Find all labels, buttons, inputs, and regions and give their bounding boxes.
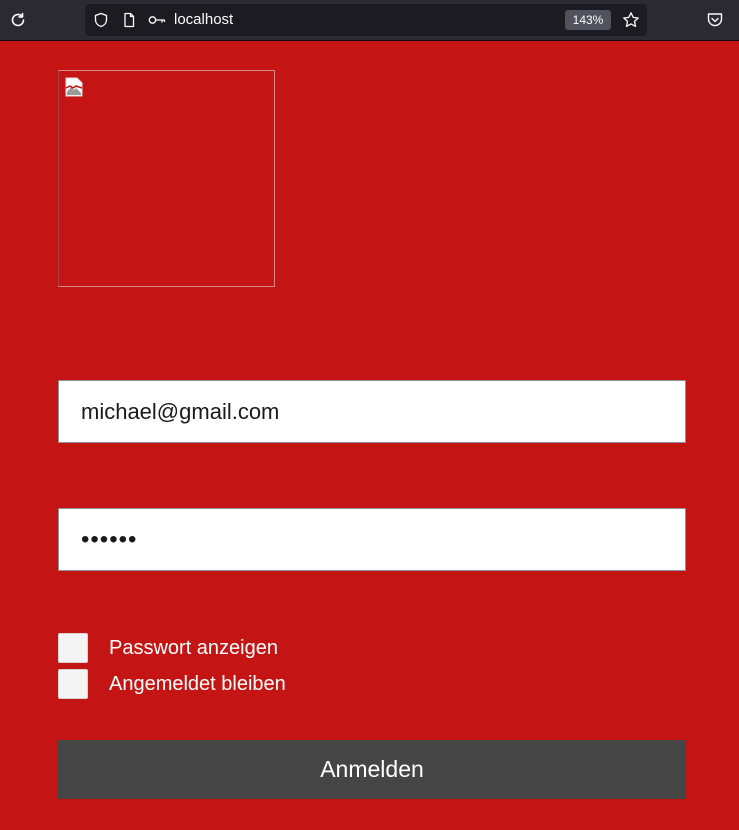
- url-bar[interactable]: localhost 143%: [85, 4, 647, 36]
- stay-logged-in-row[interactable]: Angemeldet bleiben: [58, 669, 286, 699]
- email-field[interactable]: [58, 380, 686, 443]
- stay-logged-in-label[interactable]: Angemeldet bleiben: [109, 673, 286, 696]
- zoom-level-badge[interactable]: 143%: [565, 10, 611, 30]
- broken-image-icon: [65, 77, 83, 97]
- logo-image: [58, 70, 275, 287]
- password-field[interactable]: [58, 508, 686, 571]
- show-password-label[interactable]: Passwort anzeigen: [109, 637, 278, 660]
- page-icon: [124, 12, 135, 28]
- login-button[interactable]: Anmelden: [58, 740, 686, 799]
- star-icon[interactable]: [622, 11, 640, 29]
- stay-logged-in-checkbox[interactable]: [58, 669, 88, 699]
- pocket-icon[interactable]: [706, 11, 724, 29]
- show-password-checkbox[interactable]: [58, 633, 88, 663]
- url-text[interactable]: localhost: [174, 12, 233, 28]
- reload-icon[interactable]: [9, 11, 27, 29]
- show-password-row[interactable]: Passwort anzeigen: [58, 633, 278, 663]
- browser-toolbar: localhost 143%: [0, 0, 739, 41]
- shield-icon[interactable]: [93, 12, 109, 28]
- key-icon[interactable]: [148, 12, 166, 28]
